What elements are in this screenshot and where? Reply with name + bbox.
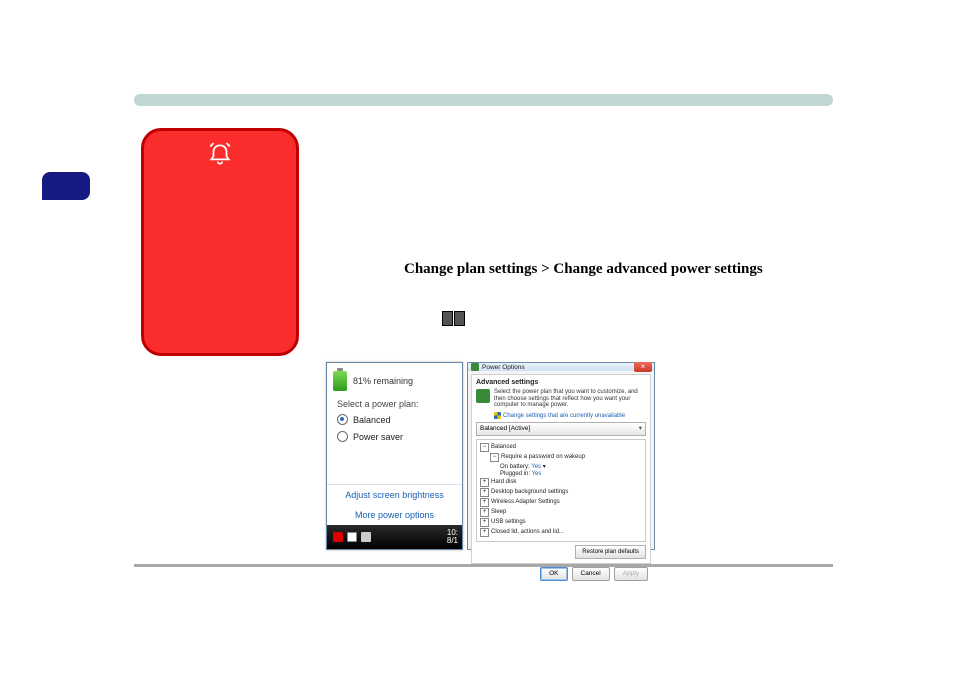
power-icon	[471, 363, 479, 371]
side-tab	[42, 172, 90, 200]
select-plan-label: Select a power plan:	[327, 395, 462, 411]
more-power-options-link[interactable]: More power options	[327, 505, 462, 525]
tree-node-on-battery[interactable]: On battery: Yes ▾	[480, 463, 642, 470]
cancel-button[interactable]: Cancel	[572, 567, 610, 581]
plan-label: Balanced	[353, 415, 391, 425]
tree-node-plugged-in[interactable]: Plugged in: Yes	[480, 471, 642, 477]
taskbar: 10: 8/1	[327, 525, 462, 549]
action-center-icon[interactable]	[333, 532, 343, 542]
plan-option-power-saver[interactable]: Power saver	[327, 428, 462, 445]
battery-icon	[333, 371, 347, 391]
battery-remaining-label: 81% remaining	[353, 376, 413, 386]
dialog-footer: OK Cancel Apply	[468, 567, 654, 581]
breadcrumb-text: Change plan settings > Change advanced p…	[404, 261, 763, 278]
top-divider	[134, 94, 833, 106]
battery-large-icon	[476, 389, 490, 403]
description-row: Select the power plan that you want to c…	[476, 389, 646, 409]
tree-node-require-password[interactable]: −Require a password on wakeup	[480, 453, 642, 462]
shield-icon	[494, 412, 501, 419]
tree-node-desktop-bg[interactable]: +Desktop background settings	[480, 488, 642, 497]
plan-option-balanced[interactable]: Balanced	[327, 411, 462, 428]
tree-node-wireless[interactable]: +Wireless Adapter Settings	[480, 498, 642, 507]
tree-node-closed-lid[interactable]: +Closed lid, actions and lid...	[480, 528, 642, 537]
battery-links: Adjust screen brightness More power opti…	[327, 484, 462, 525]
restore-defaults-button[interactable]: Restore plan defaults	[575, 545, 646, 559]
radio-selected-icon	[337, 414, 348, 425]
change-unavailable-link[interactable]: Change settings that are currently unava…	[476, 412, 646, 419]
power-options-dialog: Power Options × Advanced settings Select…	[467, 362, 655, 550]
tree-node-hard-disk[interactable]: +Hard disk	[480, 478, 642, 487]
close-icon[interactable]: ×	[634, 362, 652, 372]
settings-tree[interactable]: −Balanced −Require a password on wakeup …	[476, 439, 646, 542]
inline-icons	[442, 311, 466, 326]
dialog-body: Advanced settings Select the power plan …	[471, 374, 651, 564]
adjust-brightness-link[interactable]: Adjust screen brightness	[327, 485, 462, 505]
description-text: Select the power plan that you want to c…	[494, 389, 646, 409]
bell-icon	[207, 141, 233, 167]
tree-node-balanced[interactable]: −Balanced	[480, 443, 642, 452]
tree-node-sleep[interactable]: +Sleep	[480, 508, 642, 517]
battery-status-row: 81% remaining	[327, 363, 462, 395]
alert-card	[141, 128, 299, 356]
ok-button[interactable]: OK	[540, 567, 567, 581]
tray-icons	[333, 532, 371, 542]
volume-icon[interactable]	[361, 532, 371, 542]
apply-button[interactable]: Apply	[614, 567, 648, 581]
bottom-divider	[134, 564, 833, 567]
icon-a	[442, 311, 453, 326]
battery-popup: 81% remaining Select a power plan: Balan…	[326, 362, 463, 550]
icon-b	[454, 311, 465, 326]
advanced-settings-label: Advanced settings	[476, 379, 646, 386]
dialog-title: Power Options	[482, 364, 525, 371]
taskbar-clock: 10: 8/1	[447, 529, 458, 545]
tree-node-usb[interactable]: +USB settings	[480, 518, 642, 527]
dialog-titlebar: Power Options ×	[468, 363, 654, 371]
radio-icon	[337, 431, 348, 442]
battery-tray-icon[interactable]	[347, 532, 357, 542]
screenshot-row: 81% remaining Select a power plan: Balan…	[326, 362, 655, 550]
plan-label: Power saver	[353, 432, 403, 442]
plan-combobox[interactable]: Balanced [Active]	[476, 422, 646, 436]
